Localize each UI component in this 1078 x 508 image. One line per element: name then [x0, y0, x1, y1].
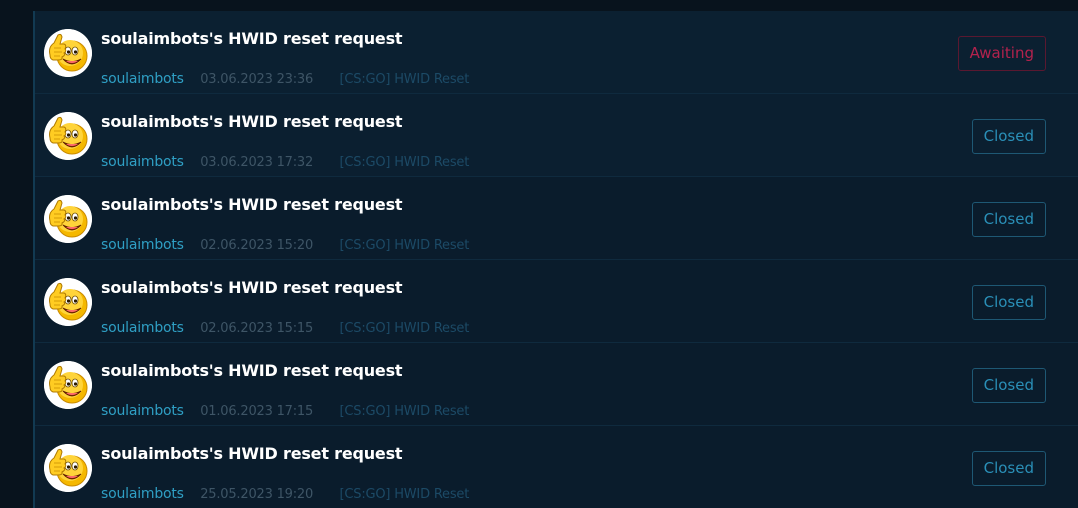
thumbs-up-smiley-icon[interactable] — [44, 444, 92, 492]
request-meta: soulaimbots 02.06.2023 15:15 [CS:GO] HWI… — [101, 320, 469, 336]
request-date: 02.06.2023 15:15 — [200, 321, 314, 336]
thumbs-up-smiley-icon[interactable] — [44, 278, 92, 326]
request-title[interactable]: soulaimbots's HWID reset request — [101, 112, 403, 131]
left-gutter — [0, 0, 33, 508]
username-link[interactable]: soulaimbots — [101, 237, 184, 253]
request-meta: soulaimbots 03.06.2023 23:36 [CS:GO] HWI… — [101, 71, 469, 87]
username-link[interactable]: soulaimbots — [101, 403, 184, 419]
thumbs-up-smiley-icon[interactable] — [44, 29, 92, 77]
status-badge[interactable]: Closed — [971, 368, 1046, 403]
request-date: 25.05.2023 19:20 — [200, 487, 314, 502]
request-meta: soulaimbots 02.06.2023 15:20 [CS:GO] HWI… — [101, 237, 469, 253]
username-link[interactable]: soulaimbots — [101, 320, 184, 336]
username-link[interactable]: soulaimbots — [101, 154, 184, 170]
request-tag: [CS:GO] HWID Reset — [339, 238, 470, 253]
request-list: soulaimbots's HWID reset request soulaim… — [33, 11, 1078, 508]
request-tag: [CS:GO] HWID Reset — [339, 72, 470, 87]
request-tag: [CS:GO] HWID Reset — [339, 487, 470, 502]
status-badge[interactable]: Closed — [971, 451, 1046, 486]
list-item[interactable]: soulaimbots's HWID reset request soulaim… — [35, 177, 1078, 260]
request-title[interactable]: soulaimbots's HWID reset request — [101, 444, 403, 463]
page: soulaimbots's HWID reset request soulaim… — [0, 0, 1078, 508]
request-title[interactable]: soulaimbots's HWID reset request — [101, 195, 403, 214]
list-item[interactable]: soulaimbots's HWID reset request soulaim… — [35, 343, 1078, 426]
thumbs-up-smiley-icon[interactable] — [44, 112, 92, 160]
request-title[interactable]: soulaimbots's HWID reset request — [101, 278, 403, 297]
list-item[interactable]: soulaimbots's HWID reset request soulaim… — [35, 426, 1078, 508]
list-item[interactable]: soulaimbots's HWID reset request soulaim… — [35, 11, 1078, 94]
status-badge[interactable]: Closed — [971, 202, 1046, 237]
top-strip — [0, 0, 1078, 11]
username-link[interactable]: soulaimbots — [101, 486, 184, 502]
request-date: 03.06.2023 17:32 — [200, 155, 314, 170]
username-link[interactable]: soulaimbots — [101, 71, 184, 87]
request-tag: [CS:GO] HWID Reset — [339, 155, 470, 170]
status-badge[interactable]: Closed — [971, 285, 1046, 320]
list-item[interactable]: soulaimbots's HWID reset request soulaim… — [35, 94, 1078, 177]
request-meta: soulaimbots 01.06.2023 17:15 [CS:GO] HWI… — [101, 403, 469, 419]
thumbs-up-smiley-icon[interactable] — [44, 195, 92, 243]
request-date: 03.06.2023 23:36 — [200, 72, 314, 87]
request-title[interactable]: soulaimbots's HWID reset request — [101, 29, 403, 48]
request-date: 02.06.2023 15:20 — [200, 238, 314, 253]
status-badge[interactable]: Awaiting — [957, 36, 1046, 71]
request-meta: soulaimbots 03.06.2023 17:32 [CS:GO] HWI… — [101, 154, 469, 170]
request-meta: soulaimbots 25.05.2023 19:20 [CS:GO] HWI… — [101, 486, 469, 502]
request-date: 01.06.2023 17:15 — [200, 404, 314, 419]
thumbs-up-smiley-icon[interactable] — [44, 361, 92, 409]
request-tag: [CS:GO] HWID Reset — [339, 321, 470, 336]
list-item[interactable]: soulaimbots's HWID reset request soulaim… — [35, 260, 1078, 343]
request-tag: [CS:GO] HWID Reset — [339, 404, 470, 419]
request-title[interactable]: soulaimbots's HWID reset request — [101, 361, 403, 380]
status-badge[interactable]: Closed — [971, 119, 1046, 154]
